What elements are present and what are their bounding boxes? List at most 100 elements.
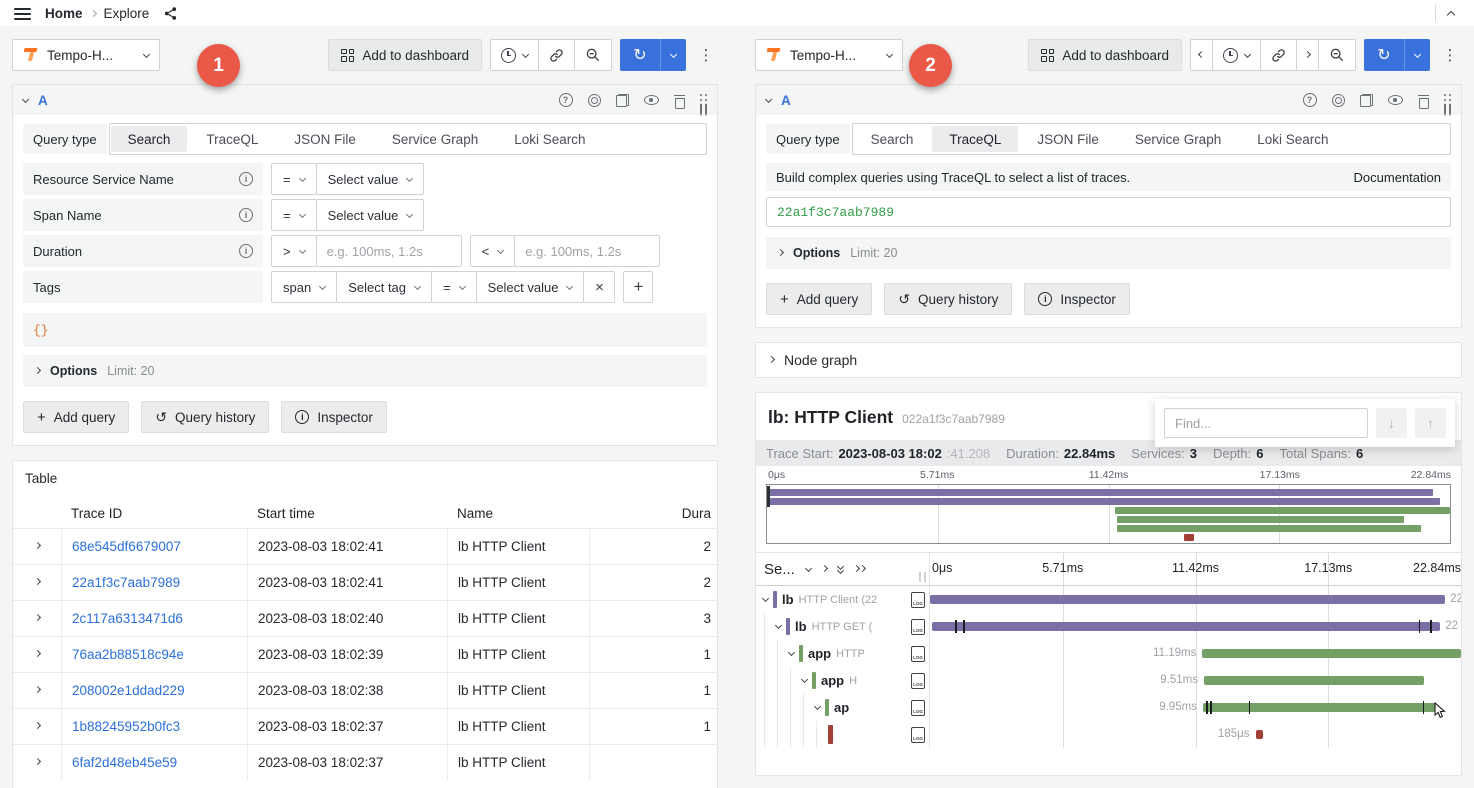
row-expander[interactable] [13, 529, 61, 564]
tag-operator-select[interactable]: = [431, 271, 477, 303]
trace-id-link[interactable]: 68e545df6679007 [61, 529, 247, 564]
span-logs-icon[interactable]: LOG [911, 700, 925, 716]
span-row[interactable]: lbHTTP Client (22LOG22 [756, 586, 1461, 613]
find-input[interactable] [1164, 408, 1368, 438]
hamburger-menu-icon[interactable] [14, 13, 31, 15]
col-trace-id[interactable]: Trace ID [61, 498, 247, 528]
col-duration[interactable]: Dura [589, 498, 717, 528]
documentation-link[interactable]: Documentation [1354, 170, 1441, 185]
drag-handle-icon[interactable] [1444, 94, 1452, 107]
zoom-out-button[interactable] [1318, 40, 1355, 70]
delete-query-icon[interactable] [674, 94, 685, 107]
collapse-chevron-icon[interactable] [775, 622, 782, 629]
span-logs-icon[interactable]: LOG [911, 619, 925, 635]
tab-loki-search[interactable]: Loki Search [1240, 126, 1345, 152]
span-duration-bar[interactable] [930, 595, 1445, 604]
help-icon[interactable]: ? [1303, 93, 1317, 107]
trace-id-link[interactable]: 208002e1ddad229 [61, 673, 247, 708]
tab-loki-search[interactable]: Loki Search [497, 126, 602, 152]
more-options-button[interactable]: ⋮ [694, 39, 718, 71]
trace-minimap[interactable] [766, 484, 1451, 544]
span-duration-bar[interactable] [1256, 730, 1263, 739]
span-row[interactable]: appHLOG9.51ms [756, 667, 1461, 694]
disable-query-icon[interactable] [1332, 94, 1345, 107]
column-resize-handle[interactable] [919, 572, 926, 582]
service-operator-select[interactable]: = [271, 163, 317, 195]
row-expander[interactable] [13, 601, 61, 636]
tab-search[interactable]: Search [854, 126, 931, 152]
table-row[interactable]: 68e545df66790072023-08-03 18:02:41lb HTT… [13, 528, 717, 564]
tab-traceql[interactable]: TraceQL [189, 126, 275, 152]
col-name[interactable]: Name [447, 498, 589, 528]
row-expander[interactable] [13, 565, 61, 600]
row-expander[interactable] [13, 745, 61, 780]
traceql-query-input[interactable]: 22a1f3c7aab7989 [766, 197, 1451, 227]
tab-search[interactable]: Search [111, 126, 188, 152]
table-row[interactable]: 2c117a6313471d62023-08-03 18:02:40lb HTT… [13, 600, 717, 636]
expand-one-icon[interactable] [821, 564, 828, 571]
span-row[interactable]: LOG185μs [756, 721, 1461, 748]
copy-query-icon[interactable] [616, 94, 629, 107]
expand-all-icon[interactable] [854, 568, 865, 571]
trace-id-link[interactable]: 6faf2d48eb45e59 [61, 745, 247, 780]
service-column-dropdown[interactable]: Se... [764, 561, 795, 578]
collapse-all-icon[interactable] [838, 566, 843, 573]
datasource-picker[interactable]: Tempo-H... [755, 39, 903, 71]
span-row[interactable]: lbHTTP GET (LOG22 [756, 613, 1461, 640]
span-duration-bar[interactable] [1202, 649, 1461, 658]
duration-min-input[interactable] [316, 235, 462, 267]
span-logs-icon[interactable]: LOG [911, 592, 925, 608]
share-link-button[interactable] [538, 40, 574, 70]
hide-response-icon[interactable] [644, 95, 659, 105]
tag-value-select[interactable]: Select value [476, 271, 585, 303]
span-logs-icon[interactable]: LOG [911, 673, 925, 689]
table-row[interactable]: 208002e1ddad2292023-08-03 18:02:38lb HTT… [13, 672, 717, 708]
duration-min-operator-select[interactable]: > [271, 235, 317, 267]
chevron-down-icon[interactable] [805, 564, 812, 571]
add-to-dashboard-button[interactable]: Add to dashboard [1028, 39, 1182, 71]
copy-query-icon[interactable] [1360, 94, 1373, 107]
span-duration-bar[interactable] [1204, 676, 1424, 685]
collapse-up-icon[interactable] [1447, 10, 1455, 18]
row-expander[interactable] [13, 637, 61, 672]
add-query-button[interactable]: +Add query [23, 401, 129, 433]
trace-id-link[interactable]: 2c117a6313471d6 [61, 601, 247, 636]
collapse-chevron-icon[interactable] [814, 703, 821, 710]
trace-id-link[interactable]: 22a1f3c7aab7989 [61, 565, 247, 600]
delete-query-icon[interactable] [1418, 94, 1429, 107]
span-row[interactable]: apLOG9.95ms [756, 694, 1461, 721]
disable-query-icon[interactable] [588, 94, 601, 107]
span-operator-select[interactable]: = [271, 199, 317, 231]
find-next-button[interactable]: ↓ [1376, 408, 1407, 438]
table-row[interactable]: 6faf2d48eb45e592023-08-03 18:02:37lb HTT… [13, 744, 717, 780]
span-duration-bar[interactable] [1203, 703, 1437, 712]
query-history-button[interactable]: ↺Query history [884, 283, 1012, 315]
tab-traceql[interactable]: TraceQL [932, 126, 1018, 152]
tab-service-graph[interactable]: Service Graph [1118, 126, 1238, 152]
add-to-dashboard-button[interactable]: Add to dashboard [328, 39, 482, 71]
hide-response-icon[interactable] [1388, 95, 1403, 105]
breadcrumb-explore[interactable]: Explore [104, 6, 150, 21]
tab-service-graph[interactable]: Service Graph [375, 126, 495, 152]
add-query-button[interactable]: +Add query [766, 283, 872, 315]
tab-json-file[interactable]: JSON File [277, 126, 373, 152]
find-prev-button[interactable]: ↑ [1415, 408, 1446, 438]
row-expander[interactable] [13, 673, 61, 708]
time-picker-button[interactable] [1212, 40, 1260, 70]
inspector-button[interactable]: iInspector [1024, 283, 1130, 315]
span-logs-icon[interactable]: LOG [911, 646, 925, 662]
share-icon[interactable] [163, 6, 178, 21]
collapse-chevron-icon[interactable] [762, 595, 769, 602]
drag-handle-icon[interactable] [700, 94, 708, 107]
time-picker-button[interactable] [491, 40, 538, 70]
node-graph-panel[interactable]: Node graph [755, 342, 1462, 378]
inspector-button[interactable]: iInspector [281, 401, 387, 433]
zoom-out-button[interactable] [574, 40, 611, 70]
row-expander[interactable] [13, 709, 61, 744]
minimap-drag-handle[interactable] [767, 486, 770, 507]
share-link-button[interactable] [1260, 40, 1296, 70]
run-query-button[interactable]: ↻ [620, 39, 686, 71]
span-row[interactable]: appHTTPLOG11.19ms [756, 640, 1461, 667]
tag-name-select[interactable]: Select tag [336, 271, 432, 303]
table-row[interactable]: 1b88245952b0fc32023-08-03 18:02:37lb HTT… [13, 708, 717, 744]
